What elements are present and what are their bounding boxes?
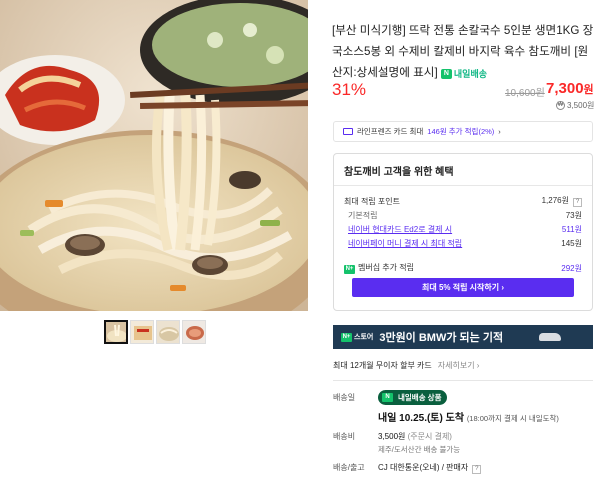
basic-points-row: 기본적립 73원	[348, 211, 582, 220]
carrier-info: CJ 대한통운(오네) / 판매자?	[378, 462, 482, 474]
delivery-date-label: 배송일	[333, 393, 356, 402]
tomorrow-delivery-badge: N 내일배송	[440, 64, 487, 85]
bmw-promo-banner[interactable]: N+ 스토어 3만원이 BMW가 되는 기적	[333, 325, 593, 349]
naver-plus-store-tag: N+ 스토어	[341, 332, 374, 342]
benefits-panel: 참도깨비 고객을 위한 혜택 최대 적립 포인트 1,276원? 기본적립 73…	[333, 153, 593, 311]
divider	[333, 380, 593, 381]
carrier-label: 배송/출고	[333, 463, 365, 472]
hyundai-card-link[interactable]: 네이버 현대카드 Ed2로 결제 시	[348, 225, 452, 234]
naver-plus-icon: N+	[341, 332, 352, 342]
credit-card-icon	[343, 128, 353, 135]
hyundai-card-row: 네이버 현대카드 Ed2로 결제 시 511원	[348, 225, 582, 234]
thumbnail-4[interactable]	[182, 320, 206, 344]
thumbnail-2[interactable]	[130, 320, 154, 344]
thumbnail-1[interactable]	[104, 320, 128, 344]
product-gallery	[0, 0, 308, 478]
thumbnail-3[interactable]	[156, 320, 180, 344]
max-points-row: 최대 적립 포인트 1,276원?	[344, 195, 582, 207]
membership-row: N+ 멤버십 추가 적립 292원	[344, 263, 582, 274]
bmw-headline: 3만원이 BMW가 되는 기적	[379, 332, 504, 344]
sale-price: 7,300원	[546, 80, 594, 97]
product-title: [부산 미식기행] 뜨락 전통 손칼국수 5인분 생면1KG 장국소스5봉 외 …	[332, 20, 594, 85]
installment-info: 최대 12개월 무이자 할부 카드 자세히보기 ›	[333, 361, 480, 370]
chevron-right-icon: ›	[498, 127, 501, 136]
naver-n-icon: N	[440, 69, 452, 79]
island-delivery-note: 제주/도서산간 배송 불가능	[378, 445, 461, 454]
shipping-fee: 3,500원 (주문시 결제)	[378, 432, 452, 441]
npay-money-link[interactable]: 네이버페이 머니 결제 시 최대 적립	[348, 239, 462, 248]
coin-icon: ₩	[556, 101, 565, 110]
car-icon	[539, 333, 561, 341]
naver-plus-icon: N+	[344, 265, 355, 274]
naver-n-icon: N	[382, 393, 393, 402]
membership-start-button[interactable]: 최대 5% 적립 시작하기 ›	[352, 278, 574, 297]
benefits-heading: 참도깨비 고객을 위한 혜택	[334, 154, 592, 186]
npay-money-row: 네이버페이 머니 결제 시 최대 적립 145원	[348, 239, 582, 248]
noodle-photo	[0, 0, 308, 311]
shipping-fee-label: 배송비	[333, 432, 356, 441]
shipping-fee-hint: ₩ 3,500원	[556, 101, 595, 110]
discount-rate: 31%	[332, 80, 367, 99]
delivery-date: 내일 10.25.(토) 도착 (18:00까지 결제 시 내일도착)	[378, 413, 559, 424]
installment-detail-link[interactable]: 자세히보기 ›	[438, 361, 480, 370]
help-icon[interactable]: ?	[472, 465, 482, 474]
product-main-image[interactable]	[0, 0, 308, 311]
original-price: 10,600원	[505, 88, 545, 99]
card-promo-banner[interactable]: 라인프렌즈 카드 최대 146원 추가 적립(2%) ›	[333, 121, 593, 142]
help-icon[interactable]: ?	[573, 198, 582, 207]
tomorrow-delivery-product-badge: N 내일배송 상품	[378, 390, 448, 405]
thumbnail-strip	[104, 320, 206, 344]
